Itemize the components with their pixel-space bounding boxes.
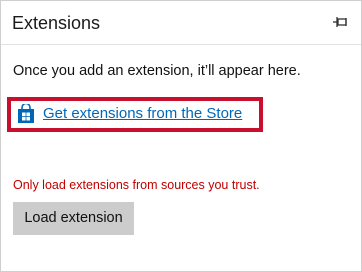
load-extension-button[interactable]: Load extension bbox=[13, 202, 134, 235]
extensions-panel: Extensions Once you add an extension, it… bbox=[0, 0, 362, 272]
panel-title: Extensions bbox=[12, 13, 101, 33]
get-extensions-link[interactable]: Get extensions from the Store bbox=[43, 105, 242, 123]
trust-warning-text: Only load extensions from sources you tr… bbox=[13, 178, 260, 192]
panel-header: Extensions bbox=[1, 1, 361, 45]
empty-state-message: Once you add an extension, it’ll appear … bbox=[13, 63, 301, 79]
store-bag-icon bbox=[18, 104, 34, 123]
pin-icon[interactable] bbox=[332, 15, 350, 29]
store-link-highlight[interactable]: Get extensions from the Store bbox=[7, 97, 263, 132]
